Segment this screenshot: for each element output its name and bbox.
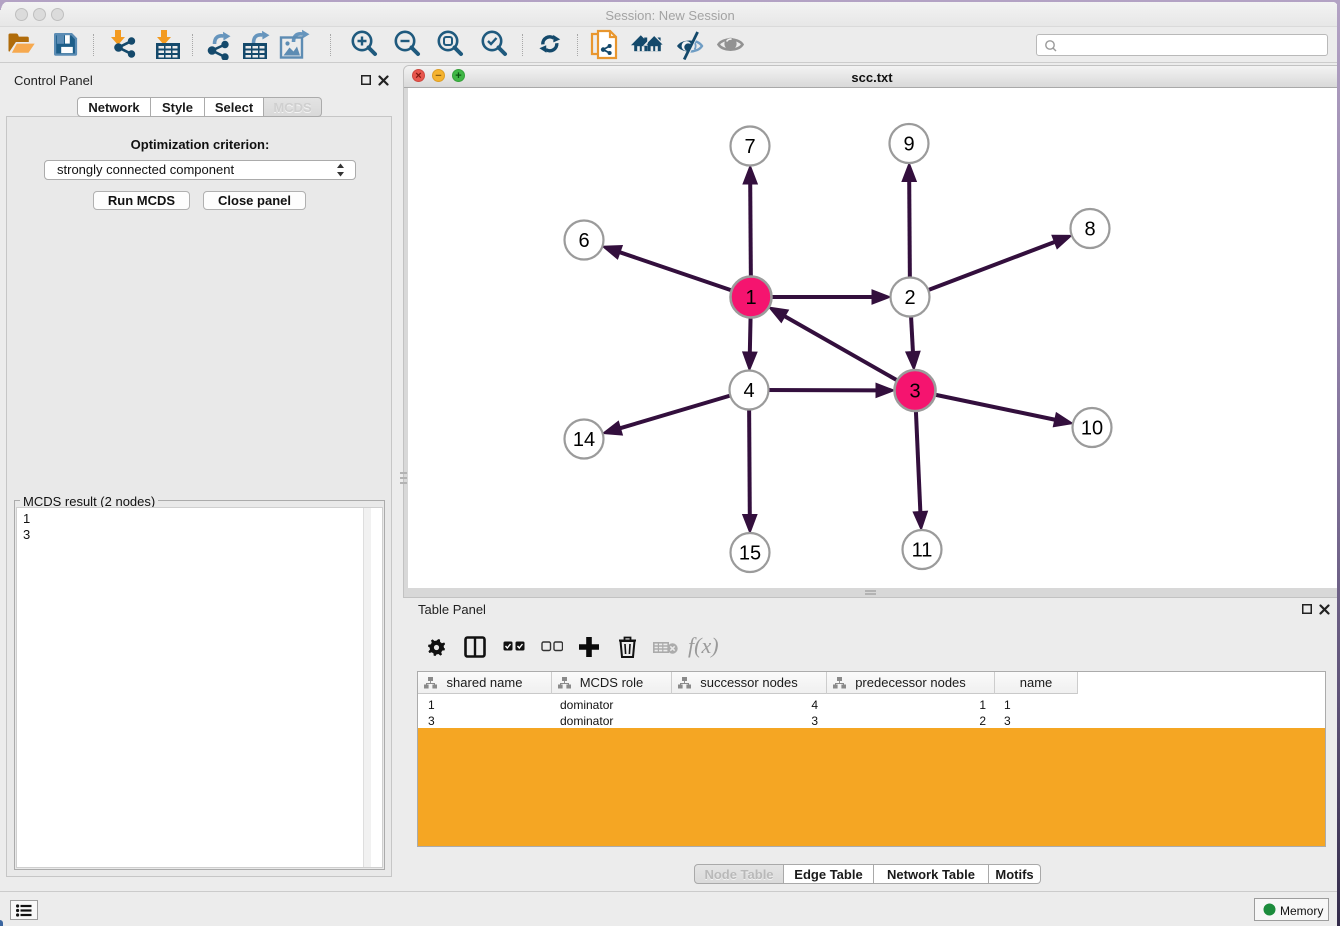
svg-text:6: 6 [578,230,589,252]
svg-text:3: 3 [909,381,920,403]
svg-text:7: 7 [744,136,755,158]
svg-text:14: 14 [573,429,595,451]
svg-text:4: 4 [743,380,754,402]
svg-text:9: 9 [903,134,914,156]
svg-text:11: 11 [912,540,933,562]
svg-text:1: 1 [745,287,756,309]
svg-text:10: 10 [1081,418,1103,440]
svg-text:15: 15 [739,543,761,565]
svg-text:2: 2 [904,287,915,309]
svg-text:8: 8 [1084,219,1095,241]
